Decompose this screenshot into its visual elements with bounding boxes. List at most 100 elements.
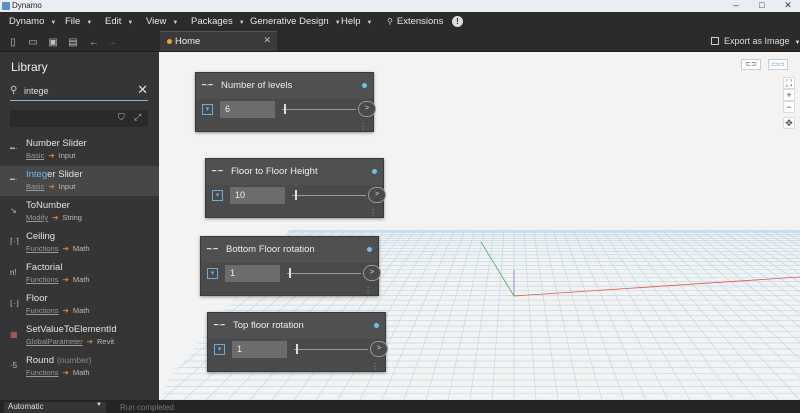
node-menu-icon[interactable]: ⋮ — [359, 123, 367, 131]
category-link[interactable]: Modify — [26, 213, 48, 222]
node-bottom-floor-rotation[interactable]: ━·━ Bottom Floor rotation ▾ 1 > ⋮ — [200, 236, 381, 296]
library-item-floor[interactable]: ⌊·⌋ Floor Functions ➔ Math — [0, 290, 159, 320]
slider-value-input[interactable]: 1 — [225, 265, 280, 282]
slider-track[interactable] — [294, 349, 368, 350]
output-port[interactable]: > — [363, 265, 381, 281]
graph-view-toggle[interactable]: ▭▭ — [768, 59, 788, 70]
slider-thumb[interactable] — [289, 268, 291, 278]
node-header[interactable]: ━·━ Number of levels — [196, 73, 373, 99]
clear-search-icon[interactable]: ✕ — [137, 82, 148, 98]
slider-thumb[interactable] — [296, 344, 298, 354]
category-link[interactable]: Functions — [26, 306, 59, 315]
expand-slider-icon[interactable]: ▾ — [212, 190, 223, 201]
search-input[interactable]: intege — [24, 86, 49, 96]
output-port[interactable]: > — [368, 187, 386, 203]
output-port[interactable]: > — [358, 101, 376, 117]
slider-node-icon: ━·━ — [214, 322, 225, 329]
expand-results-icon[interactable]: ⤢ — [134, 112, 141, 123]
slider-node-icon: ━· — [10, 144, 18, 153]
run-mode-dropdown[interactable]: Automatic ▼ — [4, 402, 106, 413]
slider-thumb[interactable] — [284, 104, 286, 114]
node-top-floor-rotation[interactable]: ━·━ Top floor rotation ▾ 1 > ⋮ — [207, 312, 388, 372]
library-search[interactable]: ⚲ intege ✕ — [10, 82, 148, 101]
redo-icon[interactable]: → — [106, 37, 118, 48]
node-header[interactable]: ━·━ Bottom Floor rotation — [201, 237, 378, 263]
library-item-setvaluetoelementid[interactable]: ▦ SetValueToElementId GlobalParameter ➔ Re… — [0, 321, 159, 351]
zoom-fit-icon[interactable]: ⛶ — [783, 77, 795, 89]
export-image-button[interactable]: Export as Image ▼ — [711, 36, 800, 46]
category-link[interactable]: Functions — [26, 244, 59, 253]
node-header[interactable]: ━·━ Floor to Floor Height — [206, 159, 383, 185]
save-as-icon[interactable]: ▤ — [67, 37, 79, 48]
library-item-factorial[interactable]: n! Factorial Functions ➔ Math — [0, 259, 159, 289]
workspace-canvas[interactable]: ⊂⊃ ▭▭ ⛶ + − ✥ ━·━ Number of levels ▾ 6 >… — [159, 52, 800, 400]
category-link[interactable]: Basic — [26, 151, 44, 160]
info-icon[interactable]: ! — [452, 16, 463, 27]
slider-value-input[interactable]: 1 — [232, 341, 287, 358]
category-link[interactable]: GlobalParameter — [26, 337, 83, 346]
unsaved-dot-icon — [167, 39, 172, 44]
expand-slider-icon[interactable]: ▾ — [207, 268, 218, 279]
chevron-down-icon: ▼ — [794, 40, 800, 46]
category-link[interactable]: Functions — [26, 368, 59, 377]
pan-icon[interactable]: ✥ — [783, 117, 795, 129]
menu-packages[interactable]: Packages ▼ — [191, 16, 245, 27]
slider-track[interactable] — [287, 273, 361, 274]
node-number-of-levels[interactable]: ━·━ Number of levels ▾ 6 > ⋮ — [195, 72, 376, 132]
slider-value-input[interactable]: 6 — [220, 101, 275, 118]
chevron-down-icon: ▼ — [96, 402, 102, 408]
maximize-button[interactable]: □ — [752, 0, 772, 10]
close-tab-icon[interactable]: ✕ — [263, 35, 271, 46]
minimize-button[interactable]: – — [726, 0, 746, 10]
node-menu-icon[interactable]: ⋮ — [371, 363, 379, 371]
geometry-view-toggle[interactable]: ⊂⊃ — [741, 59, 761, 70]
expand-slider-icon[interactable]: ▾ — [202, 104, 213, 115]
expand-slider-icon[interactable]: ▾ — [214, 344, 225, 355]
library-item-integer-slider[interactable]: ━· Integer Slider Basic ➔ Input — [0, 166, 159, 196]
slider-track[interactable] — [282, 109, 356, 110]
node-title: Top floor rotation — [233, 320, 304, 331]
menu-generative-design[interactable]: Generative Design ▼ — [250, 16, 341, 27]
node-header[interactable]: ━·━ Top floor rotation — [208, 313, 385, 339]
tab-home[interactable]: Home ✕ — [160, 31, 277, 51]
output-port[interactable]: > — [370, 341, 388, 357]
menu-dynamo[interactable]: Dynamo ▼ — [9, 16, 56, 27]
category-link[interactable]: Functions — [26, 275, 59, 284]
search-icon: ⚲ — [10, 85, 18, 96]
dynamo-logo-icon — [2, 2, 10, 10]
new-file-icon[interactable]: ▯ — [7, 37, 19, 48]
menu-bar: Dynamo ▼ File ▼ Edit ▼ View ▼ Packages ▼ Gene… — [0, 12, 800, 32]
slider-node-icon: ━·━ — [212, 168, 223, 175]
slider-value-input[interactable]: 10 — [230, 187, 285, 204]
close-window-button[interactable]: ✕ — [778, 0, 798, 11]
library-item-round[interactable]: ·5 Round (number) Functions ➔ Math — [0, 352, 159, 382]
menu-help[interactable]: Help ▼ — [341, 16, 373, 27]
save-icon[interactable]: ▣ — [47, 37, 59, 48]
node-title: Number of levels — [221, 80, 293, 91]
node-floor-to-floor-height[interactable]: ━·━ Floor to Floor Height ▾ 10 > ⋮ — [205, 158, 386, 218]
slider-track[interactable] — [292, 195, 366, 196]
chevron-down-icon: ▼ — [50, 20, 57, 26]
library-title: Library — [11, 60, 48, 74]
preview-dot-icon — [374, 323, 379, 328]
menu-extensions[interactable]: ⚲ Extensions — [387, 16, 443, 27]
preview-dot-icon — [372, 169, 377, 174]
menu-view[interactable]: View ▼ — [146, 16, 178, 27]
undo-icon[interactable]: ← — [88, 37, 100, 48]
chevron-down-icon: ▼ — [366, 20, 373, 26]
zoom-in-icon[interactable]: + — [783, 89, 795, 101]
node-menu-icon[interactable]: ⋮ — [369, 209, 377, 217]
menu-edit[interactable]: Edit ▼ — [105, 16, 133, 27]
zoom-out-icon[interactable]: − — [783, 101, 795, 113]
filter-icon[interactable]: ⛉ — [118, 112, 125, 123]
node-menu-icon[interactable]: ⋮ — [364, 287, 372, 295]
menu-file[interactable]: File ▼ — [65, 16, 92, 27]
category-link[interactable]: Basic — [26, 182, 44, 191]
toolbar: ▯ ▭ ▣ ▤ ← → — [0, 32, 800, 52]
slider-thumb[interactable] — [295, 190, 297, 200]
library-item-ceiling[interactable]: ⌈·⌉ Ceiling Functions ➔ Math — [0, 228, 159, 258]
floor-icon: ⌊·⌋ — [10, 299, 19, 308]
library-item-number-slider[interactable]: ━· Number Slider Basic ➔ Input — [0, 135, 159, 165]
open-folder-icon[interactable]: ▭ — [27, 37, 39, 48]
library-item-tonumber[interactable]: ↘ ToNumber Modify ➔ String — [0, 197, 159, 227]
